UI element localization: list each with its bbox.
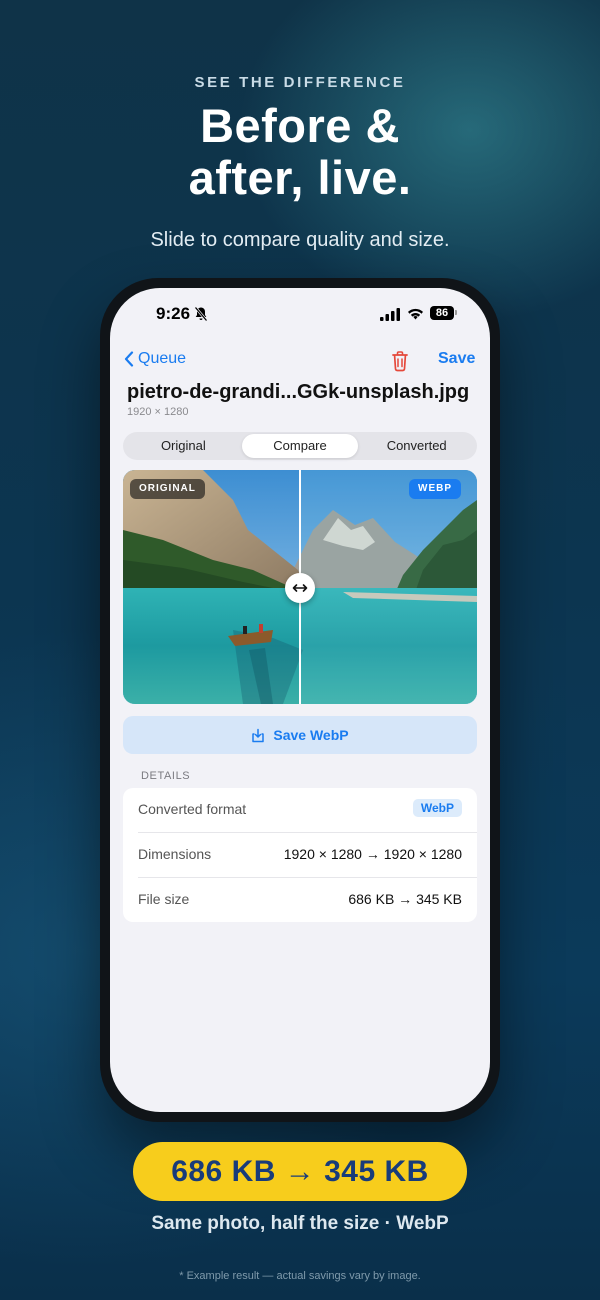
save-webp-label: Save WebP [273, 727, 349, 743]
details-header: DETAILS [141, 770, 191, 782]
promo-subline: Slide to compare quality and size. [150, 229, 450, 251]
detail-value: 686 KB → 345 KB [348, 891, 462, 907]
promo-kicker: SEE THE DIFFERENCE [194, 74, 406, 91]
segment-compare[interactable]: Compare [241, 434, 359, 458]
detail-row-file-size: File size 686 KB → 345 KB [123, 878, 477, 923]
chevron-left-icon [124, 351, 134, 367]
battery-icon: 86 [430, 306, 454, 320]
bell-slash-icon [194, 306, 208, 322]
detail-row-dimensions: Dimensions 1920 × 1280 → 1920 × 1280 [123, 833, 477, 878]
nav-bar: Queue Save [110, 350, 490, 374]
detail-label: Converted format [138, 801, 247, 817]
promo-tagline: Same photo, half the size · WebP [151, 1213, 449, 1234]
status-bar: 9:26 86 [110, 304, 490, 326]
trash-icon[interactable] [390, 350, 410, 372]
compare-view[interactable]: ORIGINAL WEBP [123, 470, 477, 704]
detail-value: 1920 × 1280 → 1920 × 1280 [283, 846, 462, 862]
compare-slider-handle[interactable] [285, 573, 315, 603]
battery-cap [455, 310, 457, 315]
status-time: 9:26 [156, 304, 191, 323]
phone-frame: 9:26 86 Queue Save pietro-de-grandi...GG… [100, 278, 500, 1122]
wifi-icon [408, 308, 423, 320]
save-webp-button[interactable]: Save WebP [123, 716, 477, 754]
segment-original[interactable]: Original [125, 434, 242, 458]
promo-headline: Before & after, live. [188, 99, 412, 204]
file-name: pietro-de-grandi...GGk-unsplash.jpg [127, 381, 470, 403]
detail-row-format: Converted format WebP [123, 788, 477, 833]
original-tag: ORIGINAL [130, 479, 205, 499]
detail-label: File size [138, 891, 190, 907]
webp-tag: WEBP [409, 479, 461, 499]
segment-converted[interactable]: Converted [358, 434, 475, 458]
download-icon [252, 728, 265, 742]
back-label: Queue [138, 350, 187, 367]
signal-icon [380, 308, 400, 321]
file-dimensions: 1920 × 1280 [127, 406, 189, 418]
back-button[interactable]: Queue [124, 350, 186, 368]
save-button[interactable]: Save [438, 350, 475, 368]
format-badge: WebP [412, 799, 462, 817]
converted-half [300, 470, 477, 704]
details-card: Converted format WebP Dimensions 1920 × … [123, 788, 477, 922]
phone-screen: 9:26 86 Queue Save pietro-de-grandi...GG… [110, 288, 490, 1112]
promo-footnote: * Example result — actual savings vary b… [179, 1270, 421, 1282]
size-savings-pill: 686 KB → 345 KB [133, 1142, 467, 1201]
detail-label: Dimensions [138, 846, 212, 862]
view-mode-segmented-control: Original Compare Converted [123, 432, 477, 460]
arrows-left-right-icon [292, 584, 308, 592]
